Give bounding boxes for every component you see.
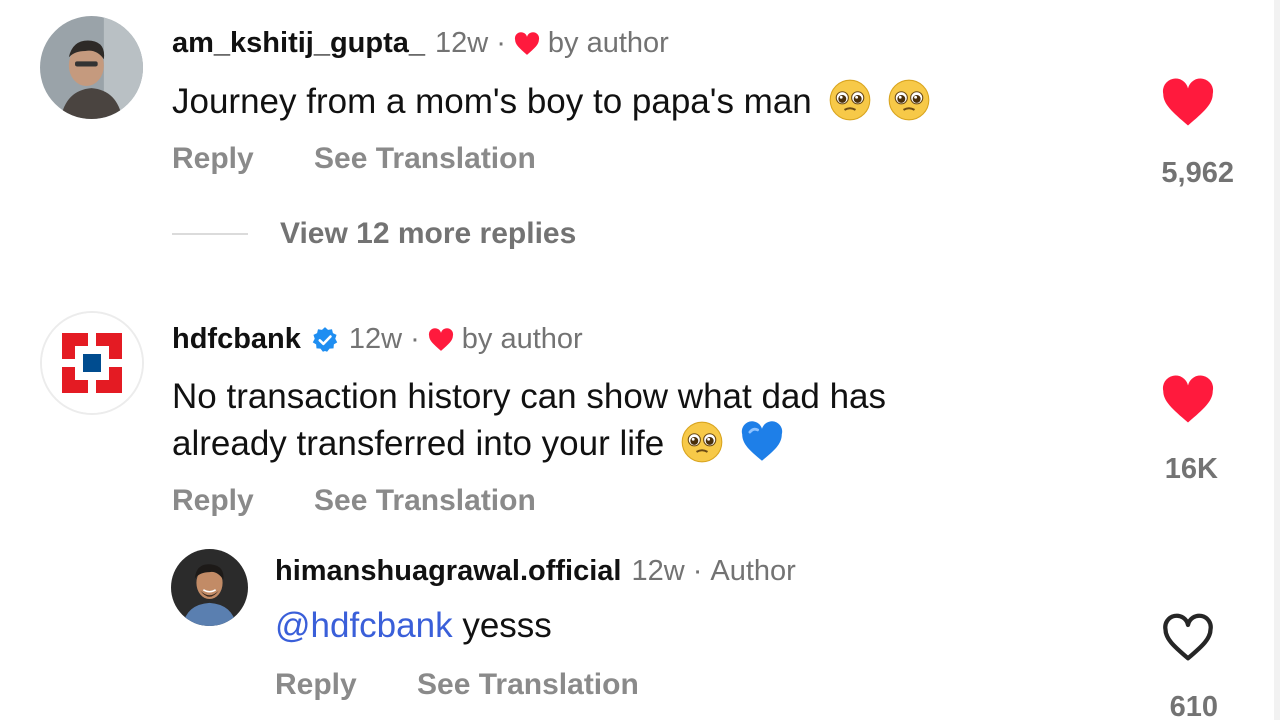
liked-by-author-heart-icon [428,327,454,352]
like-count: 610 [1169,691,1218,720]
by-author-label: by author [461,323,583,355]
liked-by-author-heart-icon [514,31,540,56]
reply-button[interactable]: Reply [172,142,254,175]
see-translation-button[interactable]: See Translation [314,142,536,175]
reply-header: himanshuagrawal.official 12w · Author [275,557,796,586]
separator-dot: · [692,555,703,587]
avatar-am-kshitij[interactable] [40,16,143,119]
comments-screen: am_kshitij_gupta_ 12w · by author Journe… [0,0,1280,720]
like-count: 5,962 [1161,157,1234,189]
comment-body-line-2: already transferred into your life [172,424,665,463]
username[interactable]: hdfcbank [172,325,301,354]
pleading-face-emoji-icon [887,78,931,122]
reply-button[interactable]: Reply [275,668,357,701]
comment-body-line-2-wrap: already transferred into your life [172,420,886,467]
comment-text: No transaction history can show what dad… [172,374,886,467]
avatar-himanshuagrawal[interactable] [171,549,248,626]
pleading-face-emoji-icon [680,420,724,464]
reply-text: @hdfcbank yesss [275,603,552,649]
like-heart-outline-icon[interactable] [1161,613,1215,663]
scroll-edge [1274,0,1280,720]
reply-button[interactable]: Reply [172,484,254,517]
mention-link[interactable]: @hdfcbank [275,606,453,645]
comment-body: Journey from a mom's boy to papa's man [172,82,812,121]
comment-body-line-1: No transaction history can show what dad… [172,377,886,416]
like-heart-icon[interactable] [1161,78,1215,128]
timestamp: 12w [631,555,685,587]
comment-text: Journey from a mom's boy to papa's man [172,78,931,125]
see-translation-button[interactable]: See Translation [417,668,639,701]
view-more-replies[interactable]: View 12 more replies [172,217,576,251]
blue-heart-emoji-icon [740,420,784,464]
see-translation-button[interactable]: See Translation [314,484,536,517]
hdfc-logo-icon [42,313,142,413]
comment-actions: Reply See Translation [172,142,588,176]
separator-dot: · [410,323,420,355]
comment-header: am_kshitij_gupta_ 12w · by author [172,29,669,58]
like-count: 16K [1164,453,1218,485]
avatar-hdfcbank[interactable] [40,311,144,415]
comment-header: hdfcbank 12w · by author [172,325,583,354]
timestamp: 12w [348,323,403,355]
like-heart-icon[interactable] [1161,375,1215,425]
replies-divider-line [172,233,248,235]
comment-actions: Reply See Translation [172,484,588,518]
reply-actions: Reply See Translation [275,668,691,702]
view-replies-label[interactable]: View 12 more replies [280,217,576,251]
pleading-face-emoji-icon [828,78,872,122]
timestamp: 12w [435,27,489,59]
username[interactable]: himanshuagrawal.official [275,557,621,586]
verified-badge-icon [311,326,339,354]
by-author-label: by author [547,27,669,59]
reply-body: yesss [462,606,552,645]
author-label: Author [710,555,796,587]
username[interactable]: am_kshitij_gupta_ [172,29,425,58]
separator-dot: · [496,27,506,59]
